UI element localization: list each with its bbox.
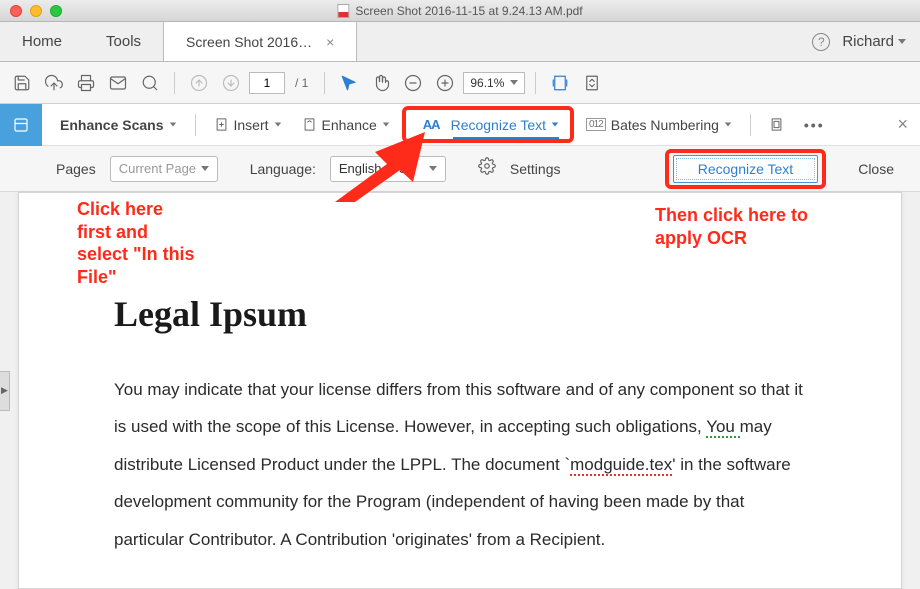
chevron-down-icon — [725, 123, 731, 127]
chevron-down-icon — [898, 39, 906, 44]
help-icon[interactable]: ? — [812, 33, 830, 51]
chevron-down-icon — [510, 80, 518, 85]
close-window-icon[interactable] — [10, 5, 22, 17]
insert-dropdown[interactable]: Insert — [206, 113, 290, 137]
chevron-down-icon — [552, 123, 558, 127]
bates-icon: 012 — [586, 118, 606, 131]
recognize-settings-bar: Pages Current Page Language: English (US… — [0, 146, 920, 192]
prev-page-icon[interactable] — [185, 69, 213, 97]
insert-page-icon — [214, 117, 229, 132]
language-label: Language: — [250, 161, 316, 177]
search-icon[interactable] — [136, 69, 164, 97]
pages-value: Current Page — [119, 161, 196, 176]
document-heading: Legal Ipsum — [114, 293, 811, 335]
page-total-label: / 1 — [295, 76, 308, 90]
insert-label: Insert — [234, 117, 269, 133]
maximize-window-icon[interactable] — [50, 5, 62, 17]
enhance-scans-label: Enhance Scans — [60, 117, 164, 133]
save-icon[interactable] — [8, 69, 36, 97]
tab-document-label: Screen Shot 2016… — [186, 34, 312, 50]
more-options-icon[interactable]: ••• — [796, 113, 833, 137]
enhance-icon — [302, 117, 317, 132]
chevron-down-icon — [429, 166, 437, 171]
gear-icon[interactable] — [478, 157, 496, 180]
print-icon[interactable] — [72, 69, 100, 97]
recognize-text-highlight: AA Recognize Text — [402, 106, 574, 143]
annotation-left: Click here first and select "In this Fil… — [77, 198, 197, 288]
user-name: Richard — [842, 33, 894, 50]
fit-page-icon[interactable] — [578, 69, 606, 97]
enhance-dropdown[interactable]: Enhance — [294, 113, 398, 137]
page-number-input[interactable] — [249, 72, 285, 94]
zoom-in-icon[interactable] — [431, 69, 459, 97]
tab-document[interactable]: Screen Shot 2016… × — [163, 22, 357, 61]
minimize-window-icon[interactable] — [30, 5, 42, 17]
recognize-text-button[interactable]: Recognize Text — [673, 155, 818, 183]
traffic-lights — [0, 5, 62, 17]
recognize-text-label: Recognize Text — [451, 117, 546, 133]
hand-tool-icon[interactable] — [367, 69, 395, 97]
zoom-out-icon[interactable] — [399, 69, 427, 97]
window-title: Screen Shot 2016-11-15 at 9.24.13 AM.pdf — [337, 4, 582, 18]
bates-label: Bates Numbering — [611, 117, 719, 133]
document-paragraph: You may indicate that your license diffe… — [114, 371, 811, 558]
next-page-icon[interactable] — [217, 69, 245, 97]
text-aa-icon: AA — [423, 117, 440, 132]
tab-tools[interactable]: Tools — [84, 22, 163, 61]
chevron-down-icon — [169, 123, 175, 127]
tab-close-icon[interactable]: × — [326, 34, 334, 50]
chevron-down-icon — [201, 166, 209, 171]
language-value: English (US) — [339, 161, 412, 176]
enhance-scans-tool-icon[interactable] — [0, 104, 42, 146]
app-tab-bar: Home Tools Screen Shot 2016… × ? Richard — [0, 22, 920, 62]
window-title-text: Screen Shot 2016-11-15 at 9.24.13 AM.pdf — [355, 4, 582, 18]
pages-dropdown[interactable]: Current Page — [110, 156, 218, 182]
zoom-value: 96.1% — [470, 76, 504, 90]
window-title-bar: Screen Shot 2016-11-15 at 9.24.13 AM.pdf — [0, 0, 920, 22]
recognize-button-highlight: Recognize Text — [665, 149, 826, 189]
chevron-down-icon — [274, 123, 280, 127]
main-toolbar: / 1 96.1% — [0, 62, 920, 104]
zoom-level-dropdown[interactable]: 96.1% — [463, 72, 525, 94]
language-dropdown[interactable]: English (US) — [330, 156, 446, 182]
mail-icon[interactable] — [104, 69, 132, 97]
pages-label: Pages — [56, 161, 96, 177]
document-viewport: ▶ Legal Ipsum You may indicate that your… — [0, 192, 920, 589]
fit-width-icon[interactable] — [546, 69, 574, 97]
user-menu[interactable]: Richard — [842, 33, 906, 50]
close-toolbar-icon[interactable]: × — [885, 102, 920, 147]
pdf-file-icon — [337, 4, 349, 18]
tab-home[interactable]: Home — [0, 22, 84, 61]
selection-tool-icon[interactable] — [335, 69, 363, 97]
bates-numbering-dropdown[interactable]: 012 Bates Numbering — [578, 113, 740, 137]
close-button[interactable]: Close — [858, 161, 894, 177]
recognize-text-dropdown[interactable]: AA Recognize Text — [409, 111, 567, 138]
crop-icon[interactable] — [761, 113, 792, 136]
settings-label[interactable]: Settings — [510, 161, 561, 177]
chevron-down-icon — [383, 123, 389, 127]
enhance-scans-toolbar: Enhance Scans Insert Enhance AA Recogniz… — [0, 104, 920, 146]
annotation-right: Then click here to apply OCR — [655, 204, 835, 249]
enhance-label: Enhance — [322, 117, 377, 133]
side-panel-toggle-icon[interactable]: ▶ — [0, 371, 10, 411]
enhance-scans-dropdown[interactable]: Enhance Scans — [52, 113, 185, 137]
cloud-upload-icon[interactable] — [40, 69, 68, 97]
